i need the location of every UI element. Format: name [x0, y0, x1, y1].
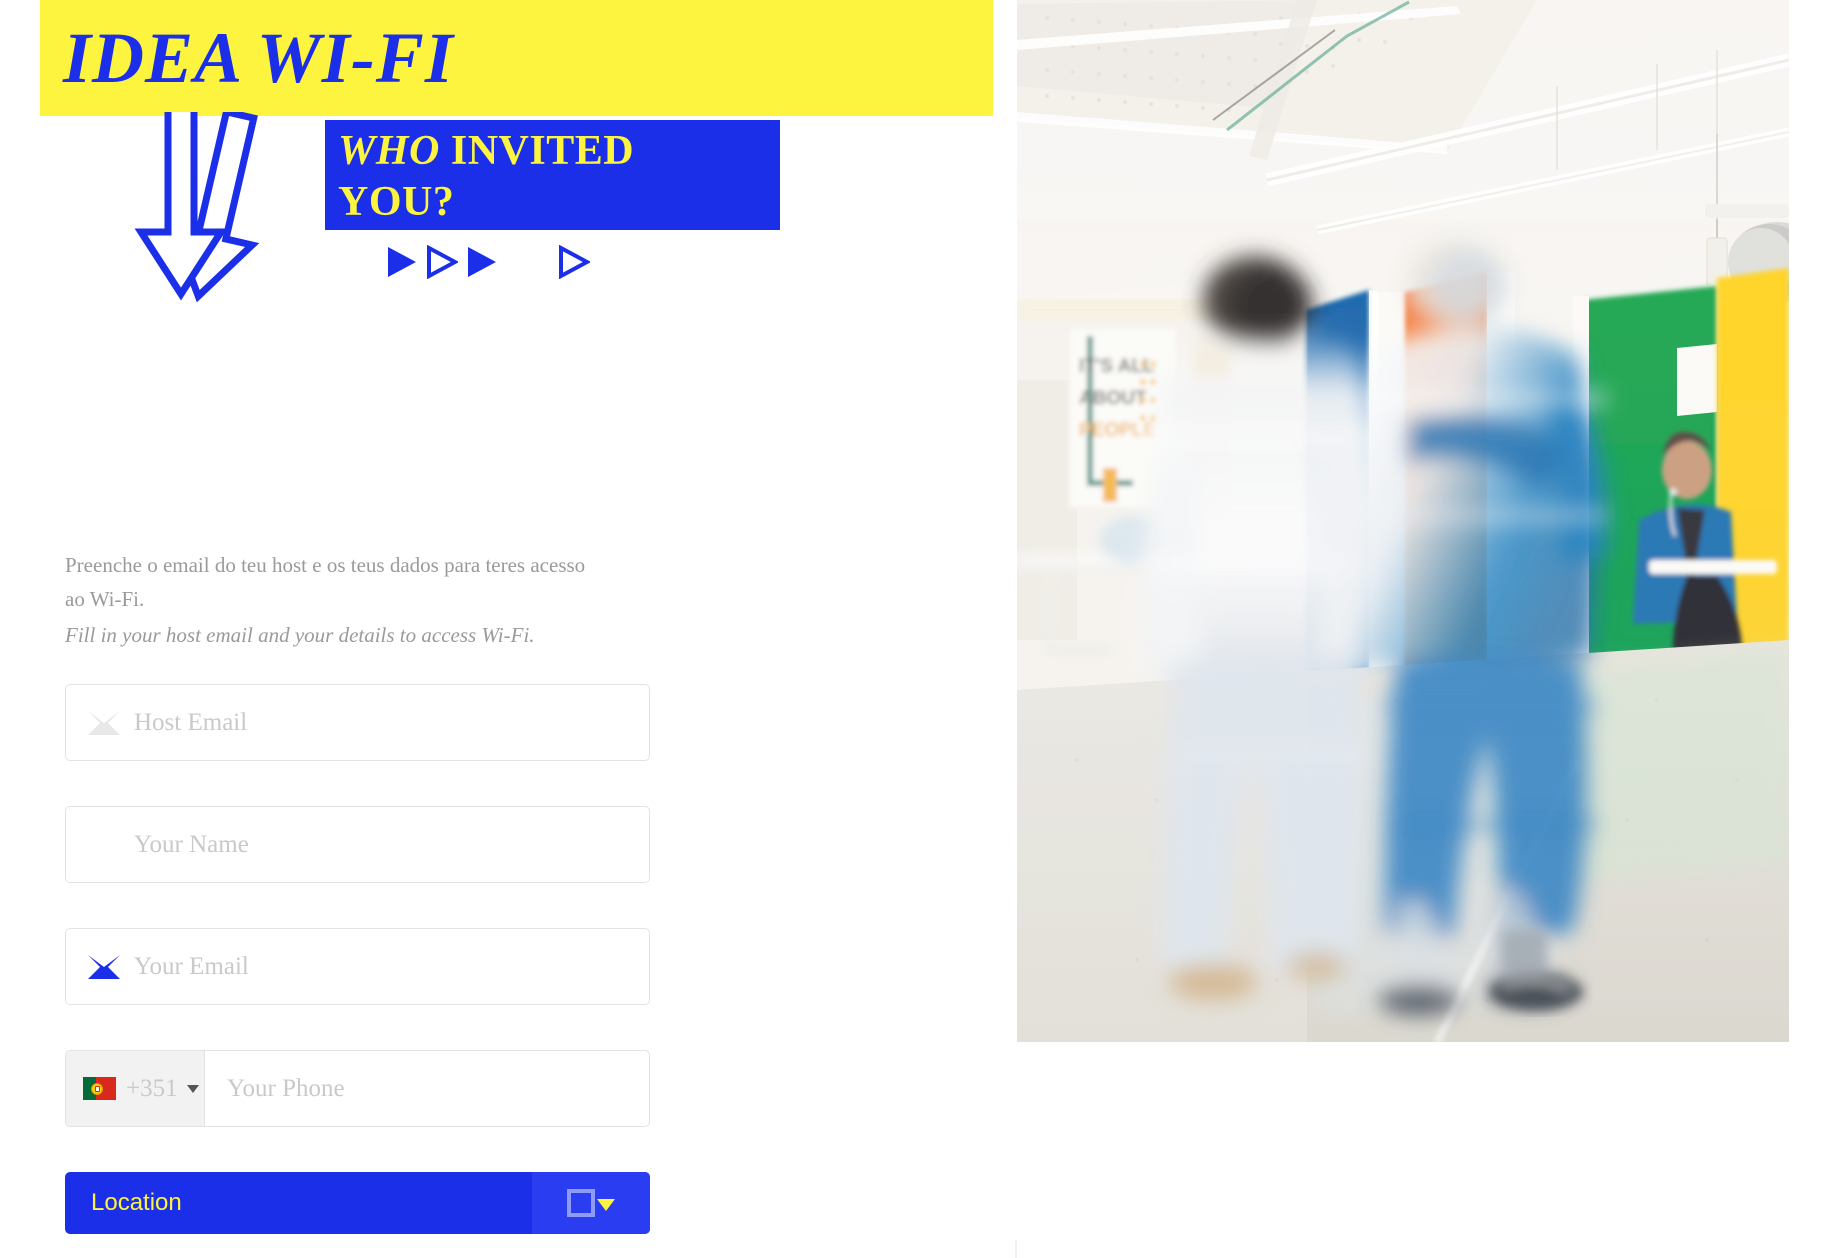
your-name-field[interactable]: Your Name: [65, 806, 650, 883]
intro-pt-line2: ao Wi-Fi.: [65, 587, 145, 612]
play-triangle-outline-icon: [427, 245, 458, 279]
square-outline-icon: [567, 1189, 595, 1217]
wifi-captive-portal-page: IDEA WI-FI WHO INVITED YOU? Preenche o e…: [0, 0, 1828, 1258]
host-email-field[interactable]: Host Email: [65, 684, 650, 761]
host-email-placeholder: Host Email: [134, 709, 248, 736]
play-triangle-filled-icon: [388, 247, 416, 277]
play-triangle-outline-icon: [559, 245, 590, 279]
portugal-flag-icon: [83, 1077, 116, 1100]
your-phone-field[interactable]: +351 Your Phone: [65, 1050, 650, 1127]
your-email-field[interactable]: Your Email: [65, 928, 650, 1005]
coworking-office-photo: IT'S ALL ABOUT PEOPLE: [1017, 0, 1789, 1042]
intro-pt-line1: Preenche o email do teu host e os teus d…: [65, 553, 586, 577]
country-code-selector[interactable]: +351: [66, 1051, 205, 1126]
your-phone-placeholder: Your Phone: [227, 1074, 345, 1102]
headline-who: WHO: [338, 128, 440, 174]
your-name-placeholder: Your Name: [134, 831, 249, 858]
triangle-decoration-row: [386, 242, 598, 282]
left-column: IDEA WI-FI WHO INVITED YOU? Preenche o e…: [0, 0, 1015, 1258]
location-dropdown[interactable]: Location: [65, 1172, 650, 1234]
dial-code-value: +351: [126, 1074, 178, 1102]
your-email-placeholder: Your Email: [134, 953, 249, 980]
play-triangle-filled-icon: [468, 247, 496, 277]
envelope-icon: [88, 710, 120, 735]
double-down-arrow-icon: [108, 112, 268, 344]
page-title: IDEA WI-FI: [63, 18, 454, 98]
chevron-down-icon: [186, 1084, 199, 1093]
location-label: Location: [91, 1189, 182, 1216]
brand-banner: IDEA WI-FI: [40, 0, 993, 116]
envelope-icon: [88, 954, 120, 979]
headline-invited: INVITED: [439, 128, 635, 174]
headline-text: WHO INVITED YOU?: [338, 126, 780, 228]
headline-you: YOU?: [338, 179, 455, 226]
headline-box: WHO INVITED YOU?: [325, 120, 780, 230]
page-background-right: [1017, 1040, 1828, 1258]
location-dropdown-toggle[interactable]: [532, 1172, 650, 1234]
intro-instructions: Preenche o email do teu host e os teus d…: [65, 548, 665, 652]
wifi-access-form: Host Email Your Name Your Email +351 You…: [65, 684, 650, 1234]
caret-down-icon: [597, 1199, 615, 1211]
intro-en-line: Fill in your host email and your details…: [65, 623, 535, 648]
hero-photo: IT'S ALL ABOUT PEOPLE: [1017, 0, 1789, 1042]
